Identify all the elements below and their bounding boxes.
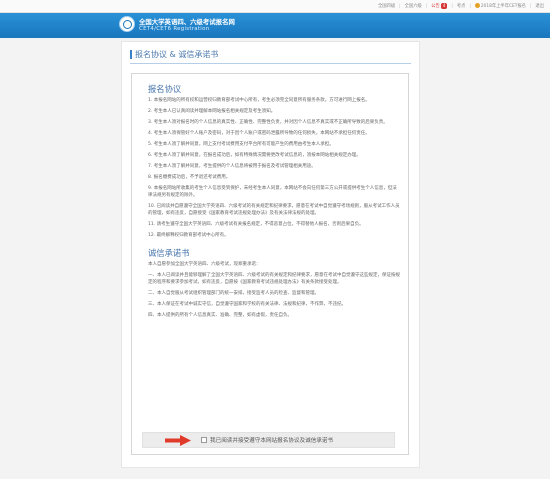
agreement-paragraph: 9. 本报名网站所收集的考生个人信息受到保护，未经考生本人同意，本网站不会向任何… bbox=[148, 186, 397, 198]
agreement-paragraph: 3. 考生本人须对报名时的个人信息的真实性、正确性、完整性负责，并对因个人信息不… bbox=[148, 120, 388, 125]
site-logo-icon[interactable] bbox=[119, 16, 135, 32]
divider: | bbox=[451, 3, 453, 9]
top-link-cet4[interactable]: 全国四级 bbox=[378, 3, 395, 9]
commitment-paragraph: 一、本人已阅读并且能够理解了全国大学英语四、六级考试的有关规定和纪律要求，愿意在… bbox=[148, 272, 400, 285]
agreement-paragraph: 8. 报名缴费成功后，不予退还考试费用。 bbox=[148, 175, 231, 180]
site-logo-title: 全国大学英语四、六级考试报名网 bbox=[139, 18, 235, 26]
top-link-notice-label: 公告 bbox=[431, 4, 440, 9]
agree-checkbox[interactable] bbox=[201, 437, 207, 443]
agreement-content: 报名协议 1. 本报名网站的所有权和运营权归教育部考试中心所有，考生必须完全同意… bbox=[132, 74, 408, 320]
agreement-paragraph: 7. 考生本人须了解并同意，考生提供的个人信息将被用于报名及考试管理相关用途。 bbox=[148, 164, 316, 169]
divider: | bbox=[399, 3, 401, 9]
divider: | bbox=[529, 3, 532, 9]
commitment-paragraph: 四、本人提供的所有个人信息真实、准确、完整，如有虚假，责任自负。 bbox=[148, 312, 292, 318]
top-link-venue[interactable]: 考点 bbox=[457, 3, 466, 9]
site-logo-subtitle: CET4/CET6 Registration bbox=[139, 26, 210, 32]
notice-count-badge: 4 bbox=[440, 3, 448, 9]
logout-link[interactable]: 退出 bbox=[535, 3, 544, 9]
red-arrow-icon bbox=[165, 435, 191, 446]
commitment-paragraph: 三、本人保证在考试中诚实守信，自觉遵守国家和学校的有关法律、法规和纪律，不作弊，… bbox=[148, 301, 346, 307]
agreement-card: 报名协议 & 诚信承诺书 报名协议 1. 本报名网站的所有权和运营权归教育部考试… bbox=[121, 41, 420, 468]
site-header: 全国大学英语四、六级考试报名网 CET4/CET6 Registration bbox=[0, 13, 550, 38]
agreement-paragraph: 5. 考生本人须了解并同意，网上支付考试费用支付平台所有可能产生的费用由考生本人… bbox=[148, 142, 334, 147]
top-links: 全国四级 | 全国六级 | 公告 4 | 考点 | 2018年上半年CET报名 |… bbox=[378, 0, 544, 12]
agreement-paragraph: 1. 本报名网站的所有权和运营权归教育部考试中心所有，考生必须完全同意所有服务条… bbox=[148, 98, 370, 103]
page-title: 报名协议 & 诚信承诺书 bbox=[130, 50, 218, 59]
top-link-session-label: 2018年上半年CET报名 bbox=[480, 4, 526, 9]
top-bar: 全国四级 | 全国六级 | 公告 4 | 考点 | 2018年上半年CET报名 |… bbox=[0, 0, 550, 13]
commitment-heading: 诚信承诺书 bbox=[148, 247, 190, 258]
agreement-heading: 报名协议 bbox=[148, 84, 182, 94]
divider: | bbox=[469, 3, 471, 9]
divider: | bbox=[425, 3, 428, 9]
top-link-current-session[interactable]: 2018年上半年CET报名 bbox=[474, 3, 526, 9]
agreement-paragraph: 6. 考生本人须了解并同意，在报名成功后，如有特殊情况需要更改考试信息的，须按本… bbox=[148, 153, 361, 158]
sun-icon bbox=[474, 3, 480, 8]
commitment-paragraph: 二、本人自觉服从考试组织管理部门的统一安排，接受监考人员的检查、监督和管理。 bbox=[148, 290, 319, 296]
agreement-paragraph: 2. 考生本人已认真阅读并理解本网站报名相关规定及考生须知。 bbox=[148, 109, 276, 114]
title-divider bbox=[130, 63, 411, 64]
top-link-notice[interactable]: 公告 4 bbox=[431, 3, 448, 9]
agreement-scroll-box[interactable]: 报名协议 1. 本报名网站的所有权和运营权归教育部考试中心所有，考生必须完全同意… bbox=[131, 73, 409, 455]
agreement-paragraph: 4. 考生本人须保管好个人账户及密码，对于因个人账户或密码泄露所导致的任何损失，… bbox=[148, 131, 370, 136]
confirm-bar: 我已阅读并接受遵守本网站报名协议及诚信承诺书 bbox=[142, 432, 395, 448]
top-link-cet6[interactable]: 全国六级 bbox=[405, 3, 422, 9]
agreement-paragraph: 11. 请考生遵守全国大学英语四、六级考试有关报名规定，不得恶意占位，不得替他人… bbox=[148, 221, 364, 227]
agree-checkbox-label[interactable]: 我已阅读并接受遵守本网站报名协议及诚信承诺书 bbox=[210, 436, 333, 444]
agreement-paragraph: 10. 已阅读并自愿遵守全国大学英语四、六级考试的有关规定和纪律要求，愿意在考试… bbox=[148, 203, 400, 216]
commitment-paragraph: 本人自愿参加全国大学英语四、六级考试，现郑重承诺： bbox=[148, 261, 261, 267]
agreement-paragraph: 12. 最终解释权归教育部考试中心所有。 bbox=[148, 232, 229, 238]
